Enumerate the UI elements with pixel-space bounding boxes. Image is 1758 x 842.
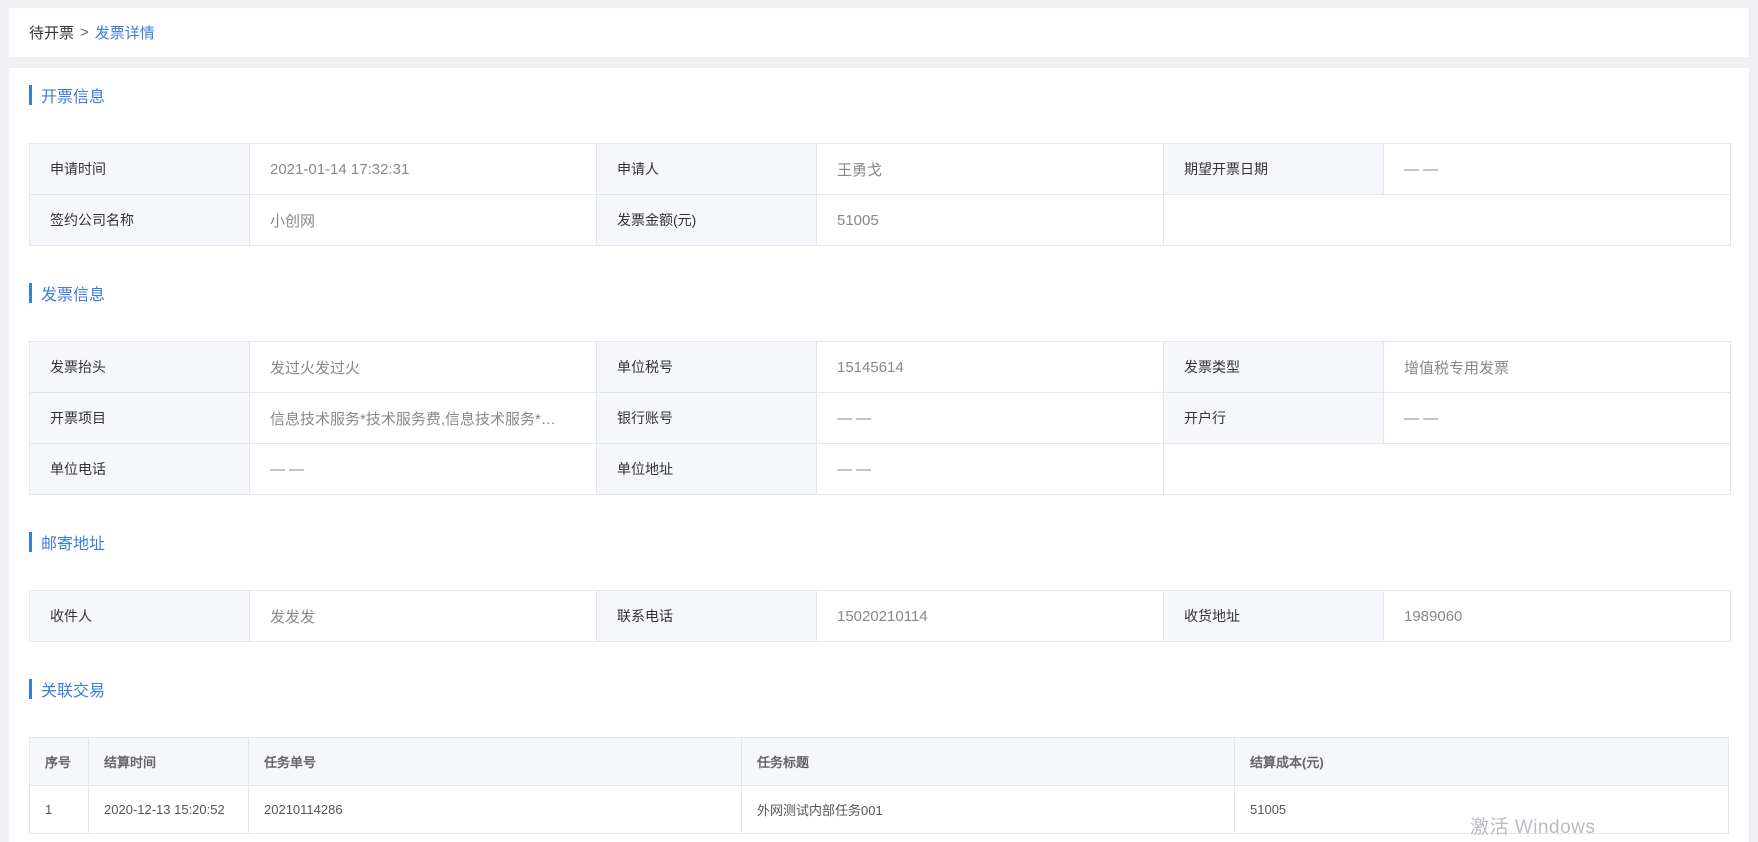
- windows-activation-watermark: 激活 Windows: [1470, 817, 1596, 838]
- billing-section-header: 开票信息: [9, 68, 1749, 122]
- field-label: 单位电话: [29, 443, 250, 495]
- field-value: 发过火发过火: [249, 341, 597, 393]
- field-value: 发发发: [249, 590, 597, 642]
- transactions-section-header: 关联交易: [9, 662, 1749, 716]
- empty-cell: [1163, 443, 1731, 495]
- billing-section-body: 申请时间 2021-01-14 17:32:31 申请人 王勇戈 期望开票日期 …: [9, 122, 1749, 266]
- field-label: 申请人: [596, 143, 817, 195]
- column-header-settle-cost: 结算成本(元): [1234, 737, 1729, 786]
- field-label: 开户行: [1163, 392, 1384, 444]
- section-marker: [29, 85, 32, 105]
- field-value: 15145614: [816, 341, 1164, 393]
- field-value: — —: [1383, 392, 1731, 444]
- table-row: 发票抬头 发过火发过火 单位税号 15145614 发票类型 增值税专用发票: [29, 341, 1731, 393]
- field-value: — —: [249, 443, 597, 495]
- table-row: 开票项目 信息技术服务*技术服务费,信息技术服务*… 银行账号 — — 开户行 …: [29, 392, 1731, 444]
- field-value: 2021-01-14 17:32:31: [249, 143, 597, 195]
- field-value: — —: [1383, 143, 1731, 195]
- field-value: 1989060: [1383, 590, 1731, 642]
- field-label: 开票项目: [29, 392, 250, 444]
- field-label: 期望开票日期: [1163, 143, 1384, 195]
- table-row: 单位电话 — — 单位地址 — —: [29, 443, 1731, 495]
- breadcrumb-root-link[interactable]: 待开票: [29, 22, 74, 43]
- field-label: 签约公司名称: [29, 194, 250, 246]
- mailing-section-header: 邮寄地址: [9, 515, 1749, 569]
- section-marker: [29, 679, 32, 699]
- field-value: — —: [816, 392, 1164, 444]
- cell-settle-time: 2020-12-13 15:20:52: [88, 785, 249, 834]
- column-header-index: 序号: [29, 737, 89, 786]
- field-label: 收件人: [29, 590, 250, 642]
- field-value: 15020210114: [816, 590, 1164, 642]
- breadcrumb-separator: >: [80, 24, 89, 41]
- table-header-row: 序号 结算时间 任务单号 任务标题 结算成本(元): [29, 737, 1729, 786]
- billing-info-table: 申请时间 2021-01-14 17:32:31 申请人 王勇戈 期望开票日期 …: [29, 143, 1731, 246]
- field-value: 小创网: [249, 194, 597, 246]
- field-value: 信息技术服务*技术服务费,信息技术服务*…: [249, 392, 597, 444]
- section-marker: [29, 532, 32, 552]
- section-title: 关联交易: [41, 683, 106, 700]
- field-label: 银行账号: [596, 392, 817, 444]
- cell-task-title: 外网测试内部任务001: [741, 785, 1235, 834]
- field-label: 发票抬头: [29, 341, 250, 393]
- invoice-section-body: 发票抬头 发过火发过火 单位税号 15145614 发票类型 增值税专用发票 开…: [9, 320, 1749, 515]
- mailing-info-table: 收件人 发发发 联系电话 15020210114 收货地址 1989060: [29, 590, 1731, 642]
- field-label: 申请时间: [29, 143, 250, 195]
- column-header-task-no: 任务单号: [248, 737, 742, 786]
- breadcrumb-current: 发票详情: [94, 25, 155, 42]
- column-header-task-title: 任务标题: [741, 737, 1235, 786]
- mailing-section-body: 收件人 发发发 联系电话 15020210114 收货地址 1989060: [9, 569, 1749, 662]
- field-label: 发票类型: [1163, 341, 1384, 393]
- section-marker: [29, 283, 32, 303]
- field-value: 51005: [816, 194, 1164, 246]
- cell-task-no: 20210114286: [248, 785, 742, 834]
- field-label: 发票金额(元): [596, 194, 817, 246]
- invoice-detail-page: 待开票 > 发票详情 开票信息 申请时间 2021-01-14 17:32:31…: [0, 0, 1758, 842]
- table-row: 收件人 发发发 联系电话 15020210114 收货地址 1989060: [29, 590, 1731, 642]
- field-value: 王勇戈: [816, 143, 1164, 195]
- field-label: 联系电话: [596, 590, 817, 642]
- invoice-info-table: 发票抬头 发过火发过火 单位税号 15145614 发票类型 增值税专用发票 开…: [29, 341, 1731, 495]
- field-label: 单位地址: [596, 443, 817, 495]
- table-row: 签约公司名称 小创网 发票金额(元) 51005: [29, 194, 1731, 246]
- section-title: 发票信息: [41, 287, 106, 304]
- field-value: 增值税专用发票: [1383, 341, 1731, 393]
- breadcrumb: 待开票 > 发票详情: [9, 8, 1749, 57]
- section-title: 邮寄地址: [41, 536, 106, 553]
- column-header-settle-time: 结算时间: [88, 737, 249, 786]
- field-label: 收货地址: [1163, 590, 1384, 642]
- field-label: 单位税号: [596, 341, 817, 393]
- empty-cell: [1163, 194, 1731, 246]
- field-value: — —: [816, 443, 1164, 495]
- section-title: 开票信息: [41, 89, 106, 106]
- cell-index: 1: [29, 785, 89, 834]
- table-row: 申请时间 2021-01-14 17:32:31 申请人 王勇戈 期望开票日期 …: [29, 143, 1731, 195]
- invoice-section-header: 发票信息: [9, 266, 1749, 320]
